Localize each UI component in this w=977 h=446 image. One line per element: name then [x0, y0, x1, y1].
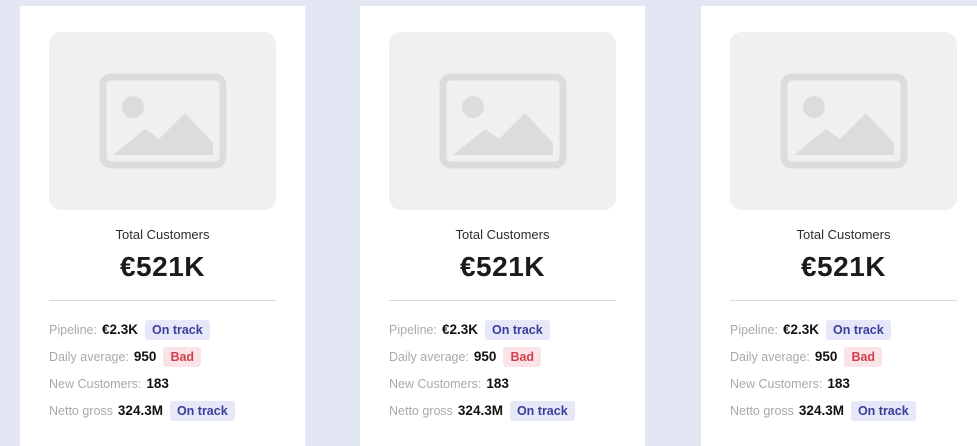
image-placeholder-icon [99, 73, 226, 169]
stat-label: Daily average: [389, 349, 469, 364]
stat-value: 324.3M [457, 403, 503, 418]
image-placeholder-icon [439, 73, 566, 169]
stat-row-daily-average: Daily average: 950 Bad [730, 343, 957, 370]
stat-value: 324.3M [798, 403, 844, 418]
stat-card: Total Customers €521K Pipeline: €2.3K On… [360, 6, 645, 446]
card-title: Total Customers [796, 227, 891, 242]
status-badge: On track [169, 400, 235, 421]
card-value: €521K [800, 251, 886, 282]
stat-row-daily-average: Daily average: 950 Bad [389, 343, 616, 370]
status-badge: Bad [844, 346, 883, 367]
status-badge: On track [144, 319, 210, 340]
stat-value: 183 [827, 376, 850, 391]
status-badge: On track [509, 400, 575, 421]
stat-value: €2.3K [782, 322, 819, 337]
image-placeholder-icon [780, 73, 907, 169]
divider [730, 300, 957, 301]
stat-row-netto-gross: Netto gross 324.3M On track [730, 397, 957, 424]
stat-row-netto-gross: Netto gross 324.3M On track [49, 397, 276, 424]
stat-row-pipeline: Pipeline: €2.3K On track [49, 316, 276, 343]
stat-row-daily-average: Daily average: 950 Bad [49, 343, 276, 370]
stat-label: Daily average: [49, 349, 129, 364]
stat-value: 183 [486, 376, 509, 391]
stat-value: 324.3M [117, 403, 163, 418]
stats-list: Pipeline: €2.3K On track Daily average: … [49, 316, 276, 424]
stat-label: New Customers: [49, 376, 142, 391]
stat-label: New Customers: [389, 376, 482, 391]
stats-list: Pipeline: €2.3K On track Daily average: … [730, 316, 957, 424]
stat-row-new-customers: New Customers: 183 [730, 370, 957, 397]
stat-label: Pipeline: [49, 322, 97, 337]
status-badge: On track [825, 319, 891, 340]
image-placeholder [49, 32, 276, 210]
stat-card: Total Customers €521K Pipeline: €2.3K On… [701, 6, 977, 446]
status-badge: Bad [163, 346, 202, 367]
image-placeholder [730, 32, 957, 210]
stat-value: €2.3K [101, 322, 138, 337]
stat-label: Daily average: [730, 349, 810, 364]
stat-label: Pipeline: [389, 322, 437, 337]
stat-value: 950 [814, 349, 838, 364]
stat-value: 183 [146, 376, 169, 391]
stat-value: 950 [473, 349, 497, 364]
status-badge: On track [850, 400, 916, 421]
stat-label: Pipeline: [730, 322, 778, 337]
divider [49, 300, 276, 301]
stat-row-new-customers: New Customers: 183 [49, 370, 276, 397]
stat-row-netto-gross: Netto gross 324.3M On track [389, 397, 616, 424]
stat-label: Netto gross [389, 403, 453, 418]
stat-label: Netto gross [49, 403, 113, 418]
image-placeholder [389, 32, 616, 210]
stat-row-new-customers: New Customers: 183 [389, 370, 616, 397]
card-title: Total Customers [115, 227, 210, 242]
stat-label: New Customers: [730, 376, 823, 391]
stat-card: Total Customers €521K Pipeline: €2.3K On… [20, 6, 305, 446]
divider [389, 300, 616, 301]
stat-row-pipeline: Pipeline: €2.3K On track [389, 316, 616, 343]
stat-label: Netto gross [730, 403, 794, 418]
stat-value: €2.3K [441, 322, 478, 337]
card-value: €521K [119, 251, 205, 282]
status-badge: On track [484, 319, 550, 340]
stat-value: 950 [133, 349, 157, 364]
stat-row-pipeline: Pipeline: €2.3K On track [730, 316, 957, 343]
stats-list: Pipeline: €2.3K On track Daily average: … [389, 316, 616, 424]
status-badge: Bad [503, 346, 542, 367]
card-value: €521K [459, 251, 545, 282]
card-title: Total Customers [455, 227, 550, 242]
